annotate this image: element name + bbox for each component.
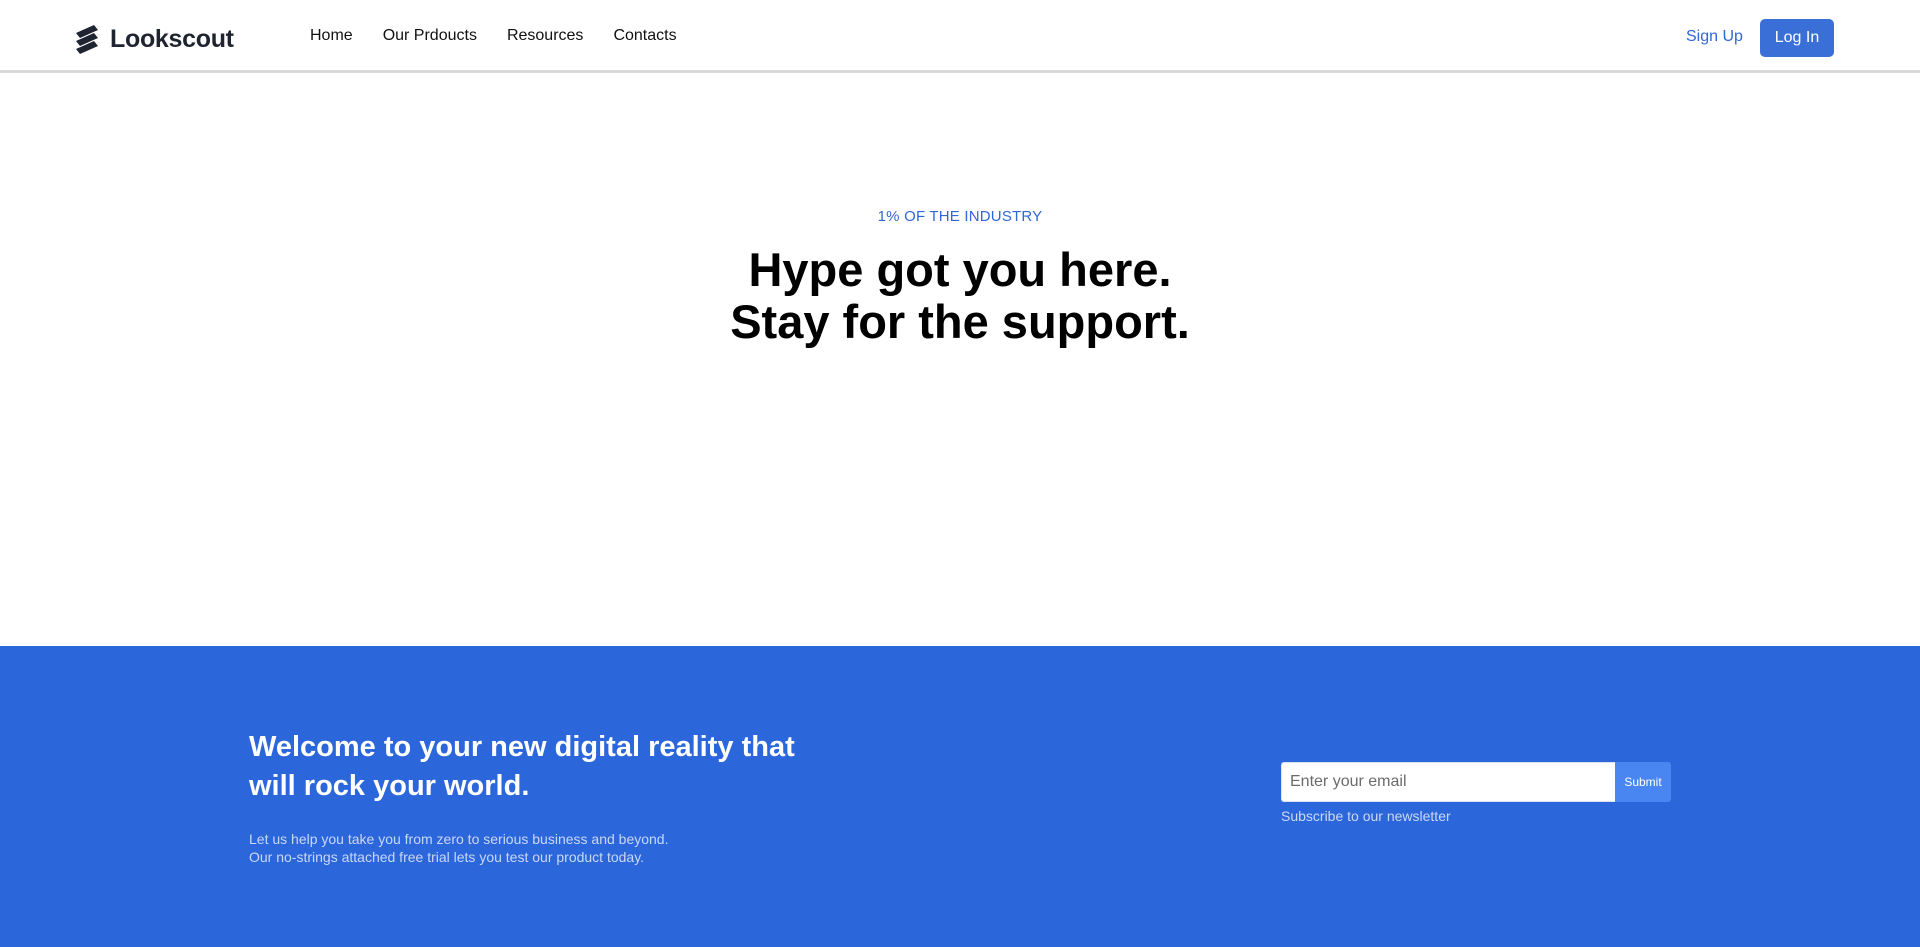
hero-section: 1% OF THE INDUSTRY Hype got you here. St… [0,76,1920,646]
nav-item-our-products[interactable]: Our Prdoucts [383,27,477,45]
band-description-line-1: Let us help you take you from zero to se… [249,831,669,847]
logo-stripes-icon [76,25,98,54]
logo-text: Lookscout [110,24,234,53]
hero-headline-line-1: Hype got you here. [748,243,1172,296]
newsletter-band: Welcome to your new digital reality that… [0,646,1920,947]
sign-up-link[interactable]: Sign Up [1686,28,1743,46]
subscribe-note: Subscribe to our newsletter [1281,808,1451,824]
band-title-line-2: will rock your world. [249,770,530,802]
subscribe-form: Submit [1281,762,1671,802]
main-nav: Home Our Prdoucts Resources Contacts [310,27,707,45]
log-in-button[interactable]: Log In [1760,19,1834,57]
submit-button[interactable]: Submit [1615,762,1671,802]
nav-item-home[interactable]: Home [310,27,353,45]
hero-headline-line-2: Stay for the support. [730,295,1190,348]
band-title: Welcome to your new digital reality that… [249,728,809,806]
band-description: Let us help you take you from zero to se… [249,830,849,866]
hero-headline: Hype got you here. Stay for the support. [0,244,1920,348]
nav-item-resources[interactable]: Resources [507,27,583,45]
logo-link[interactable]: Lookscout [74,24,234,54]
nav-item-contacts[interactable]: Contacts [613,27,676,45]
band-description-line-2: Our no-strings attached free trial lets … [249,849,645,865]
top-navbar: Lookscout Home Our Prdoucts Resources Co… [0,0,1920,73]
band-title-line-1: Welcome to your new digital reality that [249,731,795,763]
hero-eyebrow: 1% OF THE INDUSTRY [877,208,1043,225]
email-input[interactable] [1281,762,1615,802]
